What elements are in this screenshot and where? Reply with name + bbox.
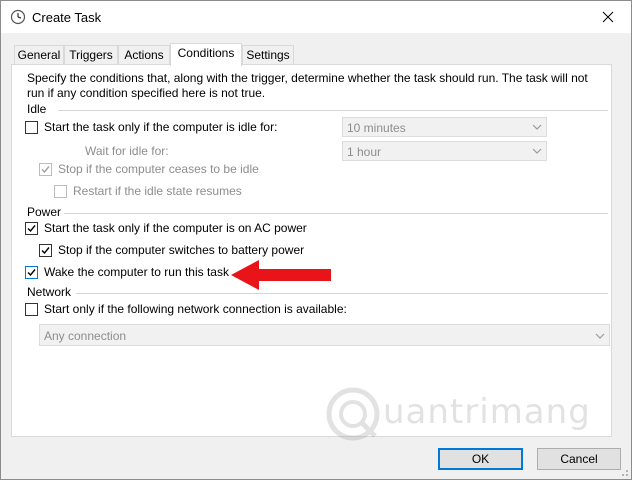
- title-bar[interactable]: Create Task: [1, 1, 631, 33]
- ac-power-checkbox[interactable]: [25, 222, 38, 235]
- cancel-button[interactable]: Cancel: [537, 448, 621, 470]
- watermark: uantrimang: [323, 384, 593, 446]
- clock-icon: [10, 9, 26, 25]
- conditions-intro-text: Specify the conditions that, along with …: [27, 71, 588, 100]
- checkmark-icon: [27, 225, 36, 233]
- tab-triggers[interactable]: Triggers: [64, 45, 118, 64]
- network-checkbox-label: Start only if the following network conn…: [44, 302, 347, 316]
- create-task-window: Create Task General Triggers Actions Con…: [0, 0, 632, 480]
- close-button[interactable]: [585, 1, 631, 33]
- ok-button[interactable]: OK: [438, 448, 523, 470]
- close-icon: [602, 11, 614, 23]
- wait-duration-select[interactable]: 1 hour: [342, 141, 547, 161]
- window-title: Create Task: [32, 10, 102, 25]
- ac-power-label: Start the task only if the computer is o…: [44, 221, 307, 235]
- conditions-panel: Specify the conditions that, along with …: [11, 64, 612, 437]
- restart-if-resumes-label: Restart if the idle state resumes: [73, 184, 242, 198]
- resize-grip-icon[interactable]: [617, 465, 629, 477]
- wake-computer-label: Wake the computer to run this task: [44, 265, 229, 279]
- power-divider: [64, 213, 608, 214]
- tab-strip: General Triggers Actions Conditions Sett…: [11, 43, 611, 66]
- network-connection-value: Any connection: [44, 329, 127, 343]
- stop-if-ceases-label: Stop if the computer ceases to be idle: [58, 162, 259, 176]
- stop-if-ceases-checkbox[interactable]: [39, 163, 52, 176]
- wake-computer-checkbox[interactable]: [25, 266, 38, 279]
- power-section-title: Power: [27, 205, 62, 219]
- watermark-text: uantrimang: [383, 392, 591, 432]
- tab-general[interactable]: General: [14, 45, 64, 64]
- chevron-down-icon: [532, 148, 542, 154]
- idle-duration-select[interactable]: 10 minutes: [342, 117, 547, 137]
- tab-settings[interactable]: Settings: [242, 45, 294, 64]
- quantrimang-logo-icon: [326, 387, 380, 441]
- restart-if-resumes-checkbox[interactable]: [54, 185, 67, 198]
- red-arrow-icon: [231, 260, 331, 290]
- tab-conditions[interactable]: Conditions: [170, 43, 242, 66]
- battery-stop-checkbox[interactable]: [39, 244, 52, 257]
- idle-divider: [58, 110, 608, 111]
- checkmark-icon: [41, 247, 50, 255]
- checkmark-icon: [27, 269, 36, 277]
- network-divider: [76, 293, 608, 294]
- chevron-down-icon: [595, 333, 605, 339]
- idle-checkbox[interactable]: [25, 121, 38, 134]
- idle-section-title: Idle: [27, 102, 47, 116]
- battery-stop-label: Stop if the computer switches to battery…: [58, 243, 305, 257]
- chevron-down-icon: [532, 124, 542, 130]
- tab-actions[interactable]: Actions: [118, 45, 170, 64]
- checkmark-icon: [41, 166, 50, 174]
- wait-for-idle-label: Wait for idle for:: [85, 144, 169, 158]
- idle-checkbox-label: Start the task only if the computer is i…: [44, 120, 278, 134]
- network-connection-select[interactable]: Any connection: [39, 324, 610, 346]
- wait-duration-value: 1 hour: [347, 145, 382, 159]
- idle-duration-value: 10 minutes: [347, 121, 406, 135]
- network-checkbox[interactable]: [25, 303, 38, 316]
- network-section-title: Network: [27, 285, 72, 299]
